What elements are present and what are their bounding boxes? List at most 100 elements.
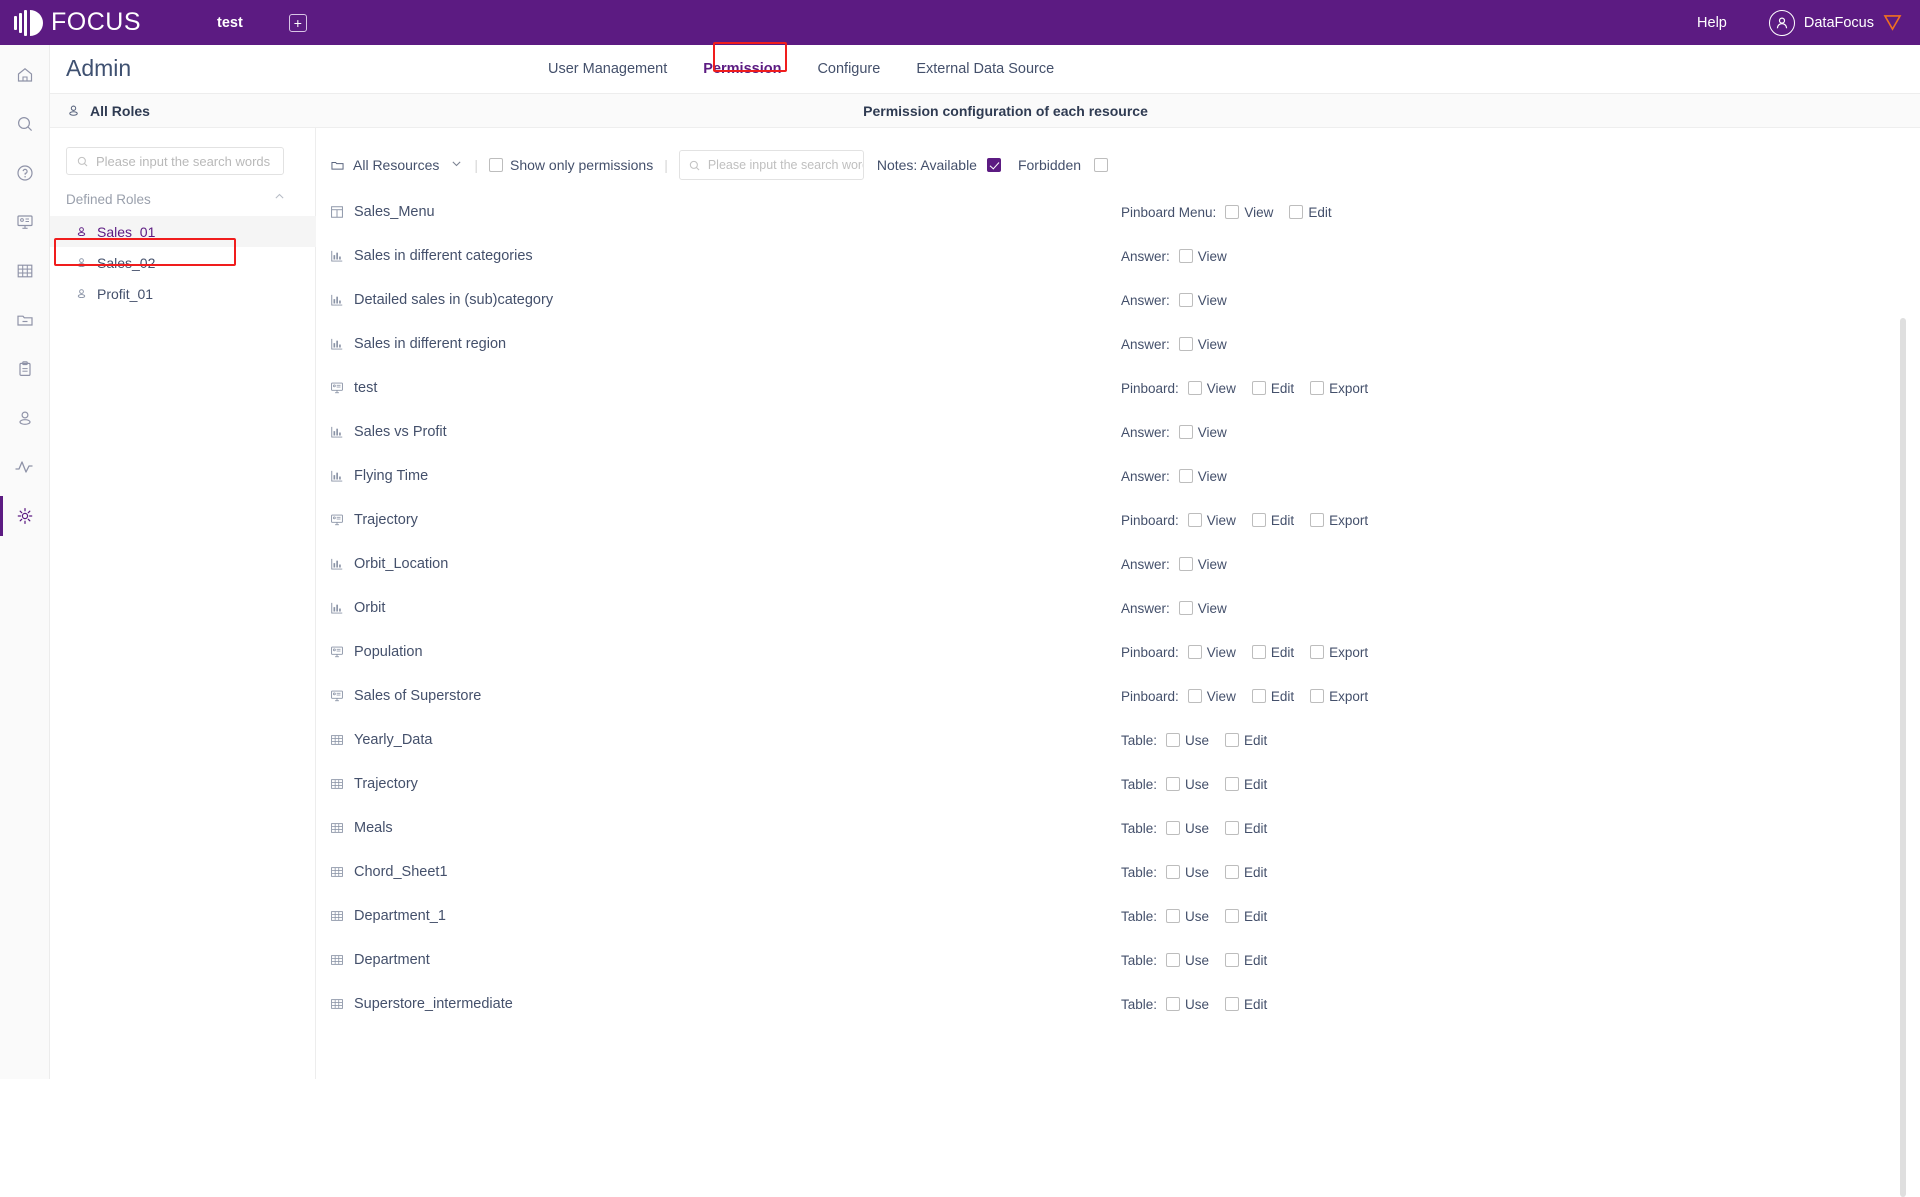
- forbidden-checkbox[interactable]: [1094, 158, 1109, 172]
- permission-option-use[interactable]: Use: [1166, 821, 1209, 836]
- plus-icon[interactable]: +: [288, 13, 307, 32]
- permission-option-export[interactable]: Export: [1310, 645, 1368, 660]
- role-item-profit-01[interactable]: Profit_01: [50, 278, 316, 309]
- checkbox-box[interactable]: [1166, 777, 1181, 791]
- tab-external-data-source[interactable]: External Data Source: [898, 45, 1072, 94]
- permission-option-edit[interactable]: Edit: [1225, 733, 1267, 748]
- chevron-down-icon[interactable]: [450, 157, 463, 173]
- checkbox-box[interactable]: [1187, 689, 1202, 703]
- workspace-tab[interactable]: test: [217, 15, 243, 31]
- table-row[interactable]: Sales of Superstore Pinboard: View Edit …: [316, 674, 1920, 718]
- permission-option-view[interactable]: View: [1187, 513, 1236, 528]
- table-row[interactable]: Sales in different region Answer: View: [316, 322, 1920, 366]
- checkbox-box[interactable]: [1178, 557, 1193, 571]
- role-item-sales-02[interactable]: Sales_02: [50, 247, 316, 278]
- checkbox-box[interactable]: [1166, 997, 1181, 1011]
- defined-roles-group-header[interactable]: Defined Roles: [66, 190, 300, 208]
- checkbox-box[interactable]: [1225, 777, 1240, 791]
- user-menu[interactable]: DataFocus: [1768, 9, 1902, 36]
- tab-user-management[interactable]: User Management: [530, 45, 685, 94]
- table-row[interactable]: Flying Time Answer: View: [316, 454, 1920, 498]
- resource-search-input[interactable]: Please input the search words: [678, 150, 864, 180]
- permission-option-edit[interactable]: Edit: [1225, 909, 1267, 924]
- resource-type-select[interactable]: All Resources: [330, 157, 463, 173]
- permission-option-view[interactable]: View: [1178, 293, 1227, 308]
- vertical-scrollbar[interactable]: [1900, 318, 1906, 1197]
- checkbox-box[interactable]: [1251, 689, 1266, 703]
- permission-option-edit[interactable]: Edit: [1225, 997, 1267, 1012]
- permission-option-edit[interactable]: Edit: [1225, 865, 1267, 880]
- permission-option-use[interactable]: Use: [1166, 997, 1209, 1012]
- table-row[interactable]: Superstore_intermediate Table: Use Edit: [316, 982, 1920, 1026]
- checkbox-box[interactable]: [1178, 469, 1193, 483]
- permission-option-view[interactable]: View: [1178, 337, 1227, 352]
- checkbox-box[interactable]: [1251, 381, 1266, 395]
- table-row[interactable]: Orbit_Location Answer: View: [316, 542, 1920, 586]
- permission-option-edit[interactable]: Edit: [1225, 821, 1267, 836]
- checkbox-box[interactable]: [1166, 953, 1181, 967]
- permission-option-edit[interactable]: Edit: [1251, 381, 1294, 396]
- checkbox-box[interactable]: [1187, 513, 1202, 527]
- table-row[interactable]: Department_1 Table: Use Edit: [316, 894, 1920, 938]
- table-row[interactable]: Trajectory Pinboard: View Edit Export: [316, 498, 1920, 542]
- checkbox-box[interactable]: [1225, 205, 1240, 219]
- tab-configure[interactable]: Configure: [799, 45, 898, 94]
- checkbox-box[interactable]: [1310, 689, 1325, 703]
- checkbox-box[interactable]: [1178, 249, 1193, 263]
- table-row[interactable]: Department Table: Use Edit: [316, 938, 1920, 982]
- checkbox-box[interactable]: [1251, 645, 1266, 659]
- table-row[interactable]: Detailed sales in (sub)category Answer: …: [316, 278, 1920, 322]
- permission-option-edit[interactable]: Edit: [1251, 645, 1294, 660]
- permission-option-view[interactable]: View: [1178, 249, 1227, 264]
- checkbox-box[interactable]: [1225, 909, 1240, 923]
- chevron-up-icon[interactable]: [273, 190, 286, 208]
- permission-option-view[interactable]: View: [1187, 381, 1236, 396]
- checkbox-box[interactable]: [1251, 513, 1266, 527]
- table-row[interactable]: Sales_Menu Pinboard Menu: View Edit: [316, 190, 1920, 234]
- checkbox-box[interactable]: [1225, 733, 1240, 747]
- table-row[interactable]: Yearly_Data Table: Use Edit: [316, 718, 1920, 762]
- checkbox-box[interactable]: [1178, 425, 1193, 439]
- checkbox-box[interactable]: [1225, 997, 1240, 1011]
- help-link[interactable]: Help: [1697, 15, 1727, 31]
- app-logo[interactable]: FOCUS: [14, 8, 141, 37]
- table-row[interactable]: test Pinboard: View Edit Export: [316, 366, 1920, 410]
- checkbox-box[interactable]: [1225, 953, 1240, 967]
- permission-option-view[interactable]: View: [1178, 425, 1227, 440]
- permission-option-use[interactable]: Use: [1166, 777, 1209, 792]
- table-row[interactable]: Meals Table: Use Edit: [316, 806, 1920, 850]
- permission-option-use[interactable]: Use: [1166, 953, 1209, 968]
- permission-option-view[interactable]: View: [1178, 469, 1227, 484]
- sidebar-item-settings[interactable]: [0, 486, 50, 546]
- checkbox-box[interactable]: [1166, 909, 1181, 923]
- table-row[interactable]: Population Pinboard: View Edit Export: [316, 630, 1920, 674]
- checkbox-box[interactable]: [1225, 821, 1240, 835]
- checkbox-box[interactable]: [1310, 513, 1325, 527]
- role-item-sales-01[interactable]: Sales_01: [50, 216, 316, 247]
- permission-option-view[interactable]: View: [1187, 645, 1236, 660]
- checkbox-box[interactable]: [1178, 601, 1193, 615]
- permission-option-view[interactable]: View: [1225, 205, 1273, 220]
- table-row[interactable]: Sales vs Profit Answer: View: [316, 410, 1920, 454]
- checkbox-box[interactable]: [1166, 821, 1181, 835]
- permission-option-use[interactable]: Use: [1166, 909, 1209, 924]
- show-only-permissions-checkbox[interactable]: Show only permissions: [489, 157, 653, 173]
- permission-option-use[interactable]: Use: [1166, 865, 1209, 880]
- table-row[interactable]: Orbit Answer: View: [316, 586, 1920, 630]
- permission-option-export[interactable]: Export: [1310, 513, 1368, 528]
- checkbox-box[interactable]: [1187, 381, 1202, 395]
- permission-option-edit[interactable]: Edit: [1251, 513, 1294, 528]
- table-row[interactable]: Trajectory Table: Use Edit: [316, 762, 1920, 806]
- permission-option-edit[interactable]: Edit: [1251, 689, 1294, 704]
- role-search-input[interactable]: Please input the search words: [66, 147, 284, 175]
- permission-option-export[interactable]: Export: [1310, 381, 1368, 396]
- checkbox-box[interactable]: [489, 158, 504, 172]
- checkbox-box[interactable]: [1225, 865, 1240, 879]
- permission-option-view[interactable]: View: [1178, 557, 1227, 572]
- checkbox-box[interactable]: [1310, 381, 1325, 395]
- checkbox-box[interactable]: [1178, 337, 1193, 351]
- permission-option-use[interactable]: Use: [1166, 733, 1209, 748]
- permission-option-view[interactable]: View: [1187, 689, 1236, 704]
- checkbox-box[interactable]: [1310, 645, 1325, 659]
- permission-option-edit[interactable]: Edit: [1225, 777, 1267, 792]
